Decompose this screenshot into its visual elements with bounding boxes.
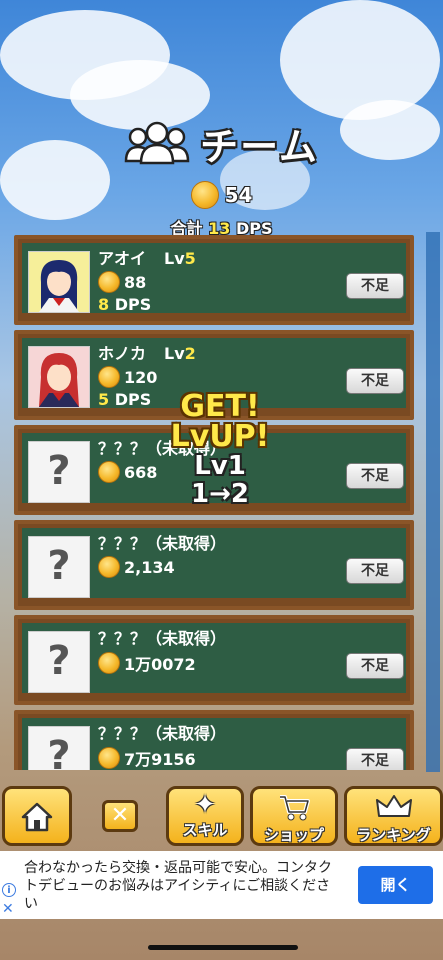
coin-count: 54 bbox=[224, 183, 253, 207]
unknown-avatar: ? bbox=[28, 441, 90, 503]
insufficient-button[interactable]: 不足 bbox=[346, 653, 404, 679]
list-item[interactable]: アオイ Lv5 88 8 DPS 不足 bbox=[14, 235, 414, 325]
member-name: ？？？（未取得） bbox=[98, 629, 227, 648]
member-cost: 120 bbox=[98, 366, 157, 388]
coin-icon bbox=[98, 652, 120, 674]
member-cost: 88 bbox=[98, 271, 146, 293]
member-cost: 1万0072 bbox=[98, 651, 196, 675]
question-mark-icon: ? bbox=[47, 638, 71, 684]
popup-level-change: 1→2 bbox=[191, 479, 249, 509]
team-icon bbox=[124, 121, 190, 167]
bottom-nav: ✦ スキル ショップ ランキング bbox=[0, 782, 443, 848]
member-name: アオイ Lv5 bbox=[98, 249, 196, 268]
list-item[interactable]: ? ？？？（未取得） 2,134 不足 bbox=[14, 520, 414, 610]
avatar bbox=[28, 346, 90, 408]
unknown-avatar: ? bbox=[28, 536, 90, 598]
member-name: ホノカ Lv2 bbox=[98, 344, 196, 363]
list-item[interactable]: ? ？？？（未取得） 7万9156 不足 bbox=[14, 710, 414, 770]
unknown-avatar: ? bbox=[28, 631, 90, 693]
ad-banner[interactable]: i ✕ 合わなかったら交換・返品可能で安心。コンタクトデビューのお悩みはアイシテ… bbox=[0, 851, 443, 919]
skill-button[interactable]: ✦ スキル bbox=[166, 786, 244, 846]
coin-icon bbox=[190, 181, 219, 209]
member-cost: 7万9156 bbox=[98, 746, 196, 770]
member-dps: 5 DPS bbox=[98, 390, 152, 409]
coin-icon bbox=[98, 556, 120, 578]
coin-icon bbox=[98, 461, 120, 483]
popup-level: Lv1 bbox=[194, 451, 246, 481]
question-mark-icon: ? bbox=[47, 733, 71, 770]
shop-button[interactable]: ショップ bbox=[250, 786, 338, 846]
member-cost: 2,134 bbox=[98, 556, 175, 578]
ad-open-button[interactable]: 開く bbox=[358, 866, 433, 904]
insufficient-button[interactable]: 不足 bbox=[346, 558, 404, 584]
house-icon bbox=[21, 802, 53, 832]
x-icon: ✕ bbox=[110, 803, 130, 828]
member-name: ？？？（未取得） bbox=[98, 534, 227, 553]
scrollbar[interactable] bbox=[426, 232, 440, 772]
popup-lvup: LvUP! bbox=[170, 419, 270, 454]
home-indicator[interactable] bbox=[148, 945, 298, 950]
close-button[interactable]: ✕ bbox=[102, 800, 138, 832]
insufficient-button[interactable]: 不足 bbox=[346, 463, 404, 489]
insufficient-button[interactable]: 不足 bbox=[346, 368, 404, 394]
insufficient-button[interactable]: 不足 bbox=[346, 273, 404, 299]
coin-icon bbox=[98, 366, 120, 388]
question-mark-icon: ? bbox=[47, 543, 71, 589]
avatar bbox=[28, 251, 90, 313]
coin-icon bbox=[98, 271, 120, 293]
coin-balance: 54 bbox=[0, 181, 443, 209]
member-name: ？？？（未取得） bbox=[98, 724, 227, 743]
ad-text: 合わなかったら交換・返品可能で安心。コンタクトデビューのお悩みはアイシティにご相… bbox=[24, 860, 332, 912]
page-title: チーム bbox=[200, 125, 319, 169]
member-cost: 668 bbox=[98, 461, 157, 483]
close-icon[interactable]: ✕ bbox=[2, 901, 14, 917]
question-mark-icon: ? bbox=[47, 448, 71, 494]
home-button[interactable] bbox=[2, 786, 72, 846]
info-icon[interactable]: i bbox=[2, 883, 16, 897]
list-item[interactable]: ? ？？？（未取得） 1万0072 不足 bbox=[14, 615, 414, 705]
insufficient-button[interactable]: 不足 bbox=[346, 748, 404, 770]
cart-icon bbox=[280, 795, 310, 821]
team-header: チーム 54 合計 13 DPS bbox=[0, 116, 443, 239]
levelup-popup: GET! LvUP! Lv1 1→2 bbox=[160, 389, 280, 509]
magic-wand-icon: ✦ bbox=[194, 790, 216, 820]
ranking-button[interactable]: ランキング bbox=[344, 786, 443, 846]
unknown-avatar: ? bbox=[28, 726, 90, 770]
coin-icon bbox=[98, 747, 120, 769]
member-dps: 8 DPS bbox=[98, 295, 152, 314]
crown-icon bbox=[375, 795, 412, 817]
popup-get: GET! bbox=[180, 389, 260, 424]
